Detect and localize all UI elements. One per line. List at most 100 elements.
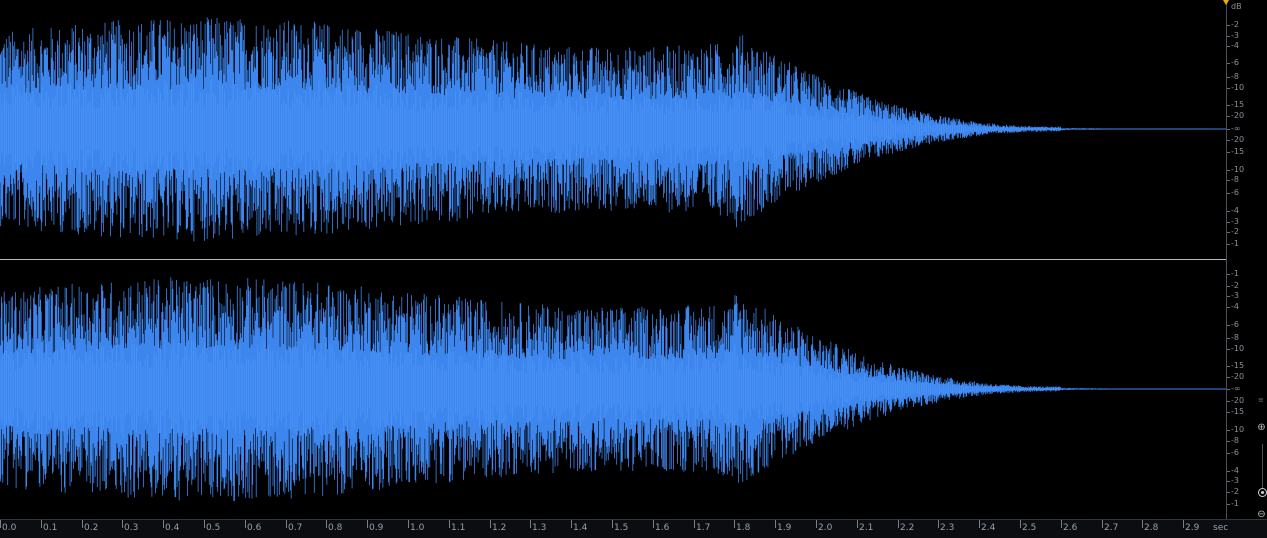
time-tick <box>1061 520 1062 528</box>
time-tick <box>1142 520 1143 528</box>
db-top-label: -4 <box>1231 41 1239 50</box>
time-tick <box>816 520 817 528</box>
zoom-slider-track[interactable] <box>1262 444 1263 488</box>
time-label: 0.1 <box>43 523 58 533</box>
time-tick <box>449 520 450 528</box>
db-top-tick <box>1227 77 1230 78</box>
time-tick <box>1183 520 1184 528</box>
db-top-label: -∞ <box>1231 124 1241 133</box>
db-top-tick <box>1227 193 1230 194</box>
db-bottom-label: -10 <box>1231 344 1245 353</box>
time-tick <box>775 520 776 528</box>
db-bottom-label: -15 <box>1231 407 1245 416</box>
playhead-marker[interactable] <box>1223 0 1229 5</box>
db-top-tick <box>1227 116 1230 117</box>
db-top-label: -20 <box>1231 111 1245 120</box>
db-top-label: -8 <box>1231 72 1239 81</box>
db-top-tick <box>1227 63 1230 64</box>
db-bottom-label: -2 <box>1231 281 1239 290</box>
db-top-label: -1 <box>1231 239 1239 248</box>
amplitude-zoom-icon[interactable]: ≡ <box>1258 396 1264 404</box>
db-bottom-tick <box>1227 481 1230 482</box>
zoom-in-icon[interactable]: ⊕ <box>1256 422 1267 433</box>
db-bottom-tick <box>1227 338 1230 339</box>
db-bottom-tick <box>1227 492 1230 493</box>
db-bottom-tick <box>1227 453 1230 454</box>
db-top-label: -10 <box>1231 165 1245 174</box>
time-tick <box>490 520 491 528</box>
db-top-label: -3 <box>1231 31 1239 40</box>
waveform-channel-left[interactable] <box>0 17 1226 242</box>
time-tick <box>612 520 613 528</box>
time-label: 2.6 <box>1063 523 1078 533</box>
time-label: 0.7 <box>288 523 303 533</box>
time-tick <box>82 520 83 528</box>
time-label: 0.9 <box>369 523 384 533</box>
time-tick <box>245 520 246 528</box>
db-top-tick <box>1227 25 1230 26</box>
db-bottom-label: -6 <box>1231 448 1239 457</box>
db-bottom-tick <box>1227 389 1230 390</box>
db-top-label: -2 <box>1231 227 1239 236</box>
db-bottom-label: -20 <box>1231 372 1245 381</box>
zoom-slider-thumb[interactable] <box>1258 488 1267 497</box>
db-top-tick <box>1227 211 1230 212</box>
channel-divider <box>0 259 1227 260</box>
time-label: 0.6 <box>247 523 262 533</box>
time-label: 1.5 <box>614 523 629 533</box>
db-top-tick <box>1227 140 1230 141</box>
db-top-label: -10 <box>1231 83 1245 92</box>
time-tick <box>204 520 205 528</box>
waveform-path <box>0 17 1226 242</box>
time-label: 1.1 <box>451 523 466 533</box>
time-label: 2.8 <box>1144 523 1159 533</box>
time-tick <box>530 520 531 528</box>
db-top-label: -20 <box>1231 135 1245 144</box>
db-top-tick <box>1227 244 1230 245</box>
db-bottom-label: -4 <box>1231 466 1239 475</box>
time-label: 1.2 <box>492 523 507 533</box>
db-bottom-tick <box>1227 401 1230 402</box>
time-label: 0.0 <box>2 523 17 533</box>
time-tick <box>938 520 939 528</box>
db-top-label: -8 <box>1231 175 1239 184</box>
db-top-tick <box>1227 36 1230 37</box>
time-label: 2.0 <box>818 523 833 533</box>
time-label: 1.6 <box>655 523 670 533</box>
time-label: 2.1 <box>859 523 874 533</box>
time-tick <box>653 520 654 528</box>
time-label: 0.3 <box>124 523 139 533</box>
time-label: 0.4 <box>165 523 180 533</box>
db-top-label: -3 <box>1231 217 1239 226</box>
time-tick <box>41 520 42 528</box>
db-top-label: -4 <box>1231 206 1239 215</box>
db-bottom-tick <box>1227 296 1230 297</box>
db-bottom-tick <box>1227 471 1230 472</box>
time-label: 0.8 <box>328 523 343 533</box>
time-tick <box>694 520 695 528</box>
db-bottom-label: -2 <box>1231 487 1239 496</box>
db-bottom-tick <box>1227 441 1230 442</box>
time-label: 2.7 <box>1104 523 1119 533</box>
time-tick <box>571 520 572 528</box>
time-label: 2.2 <box>900 523 915 533</box>
time-tick <box>122 520 123 528</box>
time-label: 1.7 <box>696 523 711 533</box>
time-label: 2.3 <box>940 523 955 533</box>
db-top-label: -2 <box>1231 20 1239 29</box>
time-tick <box>0 520 1 528</box>
waveform-editor[interactable]: dB ≡ ⊕ ⊖ sec 0.0 0.1 0.2 0.3 0.4 0.5 0.6 0.7 0.8… <box>0 0 1267 538</box>
db-top-tick <box>1227 46 1230 47</box>
db-bottom-label: -20 <box>1231 396 1245 405</box>
db-bottom-tick <box>1227 307 1230 308</box>
db-top-tick <box>1227 222 1230 223</box>
db-top-tick <box>1227 170 1230 171</box>
waveform-channel-right[interactable] <box>0 277 1226 501</box>
db-top-label: -15 <box>1231 100 1245 109</box>
db-bottom-label: -1 <box>1231 269 1239 278</box>
time-tick <box>734 520 735 528</box>
db-bottom-tick <box>1227 274 1230 275</box>
db-bottom-label: -8 <box>1231 333 1239 342</box>
db-top-tick <box>1227 105 1230 106</box>
time-ruler[interactable]: sec 0.0 0.1 0.2 0.3 0.4 0.5 0.6 0.7 0.8 0.9 1.0 1.1… <box>0 519 1267 538</box>
